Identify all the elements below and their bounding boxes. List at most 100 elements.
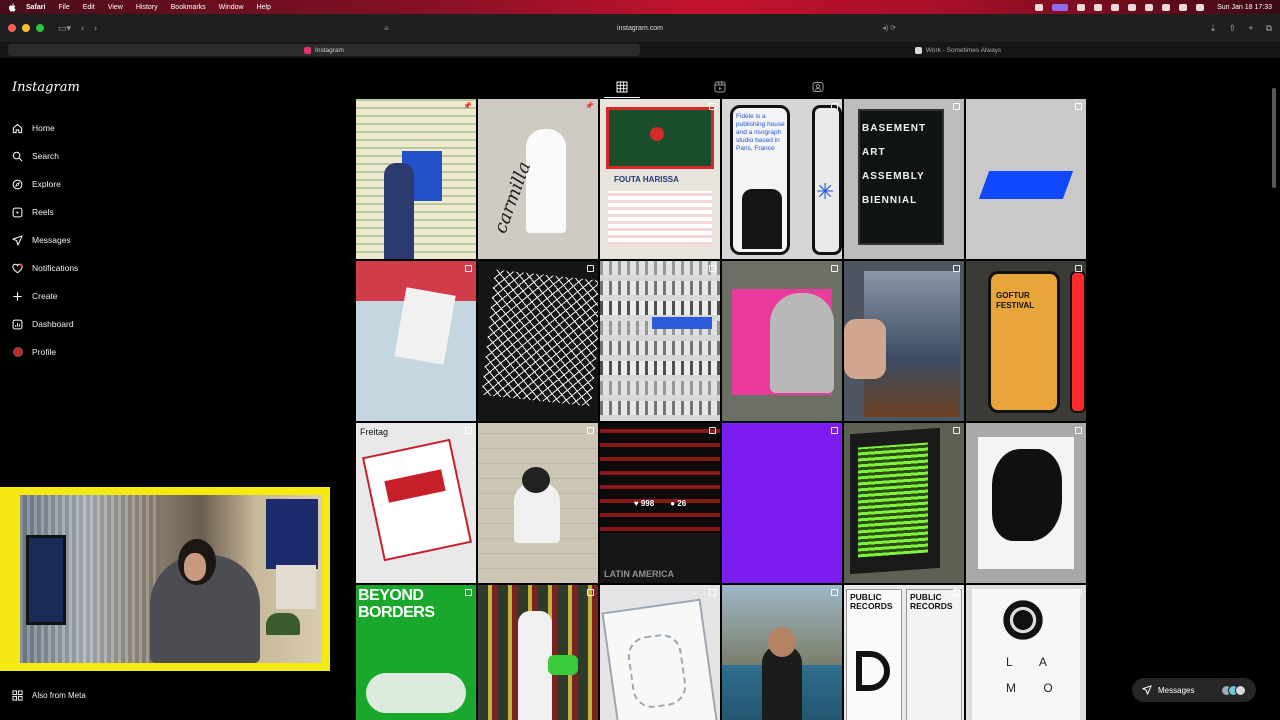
- menu-file[interactable]: File: [58, 4, 69, 11]
- send-icon: [12, 234, 23, 246]
- grid-icon[interactable]: [616, 81, 628, 93]
- sidebar-item-explore[interactable]: Explore: [12, 170, 78, 198]
- search-icon: [12, 151, 23, 162]
- status-icon[interactable]: [1077, 3, 1086, 11]
- sidebar-toggle-icon[interactable]: ▭▾: [58, 23, 71, 34]
- fullscreen-window-button[interactable]: [36, 24, 44, 32]
- sidebar-item-reels[interactable]: Reels: [12, 198, 78, 226]
- post-tile[interactable]: 📌: [356, 99, 476, 259]
- status-icon[interactable]: [1111, 3, 1120, 11]
- page-scrollbar[interactable]: [1272, 88, 1276, 188]
- post-tile[interactable]: [356, 261, 476, 421]
- status-icon[interactable]: [1128, 3, 1137, 11]
- sidebar-item-label: Reels: [32, 207, 54, 217]
- meta-apps-icon: [12, 690, 23, 701]
- instagram-logo[interactable]: Instagram: [12, 80, 80, 95]
- carousel-icon: [587, 589, 594, 596]
- search-icon[interactable]: [1179, 3, 1188, 11]
- menu-app-name[interactable]: Safari: [26, 4, 45, 11]
- post-tile[interactable]: carmilla 📌: [478, 99, 598, 259]
- post-tile[interactable]: BASEMENT ART ASSEMBLY BIENNIAL: [844, 99, 964, 259]
- instagram-favicon-icon: [304, 46, 312, 54]
- wall-poster: [266, 499, 318, 569]
- post-grid: 📌 carmilla 📌 FOUTA HARISSA Fidèle is a publi…: [356, 99, 1086, 720]
- post-image: [742, 189, 782, 249]
- post-tile[interactable]: GOFTUR FESTIVAL: [966, 261, 1086, 421]
- menu-view[interactable]: View: [108, 4, 123, 11]
- sidebar-item-notifications[interactable]: Notifications: [12, 254, 78, 282]
- post-image: ✳: [816, 179, 835, 204]
- post-tile[interactable]: [722, 585, 842, 720]
- page-menu-icon[interactable]: ≡: [384, 24, 389, 33]
- new-tab-icon[interactable]: +: [1248, 23, 1253, 34]
- sidebar-item-search[interactable]: Search: [12, 142, 78, 170]
- menu-bookmarks[interactable]: Bookmarks: [171, 4, 206, 11]
- tab-work-sometimes-always[interactable]: Work - Sometimes Always: [644, 44, 1272, 56]
- post-tile[interactable]: PUBLIC RECORDS PUBLIC RECORDS: [844, 585, 964, 720]
- post-tile[interactable]: LATIN AMERICA ♥ 998 ● 26: [600, 423, 720, 583]
- post-image: [548, 655, 578, 675]
- post-tile[interactable]: Fidèle is a publishing house and a risog…: [722, 99, 842, 259]
- address-bar[interactable]: ≡ instagram.com ◂) ⟳: [380, 20, 900, 36]
- share-icon[interactable]: ⇧: [1229, 23, 1237, 34]
- back-icon[interactable]: ‹: [81, 23, 84, 33]
- post-tile[interactable]: [844, 261, 964, 421]
- sidebar-item-messages[interactable]: Messages: [12, 226, 78, 254]
- post-tile[interactable]: L A M O: [966, 585, 1086, 720]
- post-tile[interactable]: [722, 261, 842, 421]
- carousel-icon: [1075, 427, 1082, 434]
- sidebar-item-label: Dashboard: [32, 319, 74, 329]
- close-window-button[interactable]: [8, 24, 16, 32]
- sidebar-item-label: Profile: [32, 347, 57, 357]
- post-tile[interactable]: FOUTA HARISSA: [600, 99, 720, 259]
- post-tile[interactable]: [600, 261, 720, 421]
- tab-overview-icon[interactable]: ⧉: [1266, 23, 1272, 34]
- menu-history[interactable]: History: [136, 4, 158, 11]
- post-image: [600, 401, 720, 415]
- download-icon[interactable]: ⇣: [1209, 23, 1217, 34]
- post-image: [770, 293, 834, 393]
- wifi-icon[interactable]: [1162, 3, 1171, 11]
- post-tile[interactable]: [966, 99, 1086, 259]
- control-pill-icon[interactable]: [1052, 3, 1069, 11]
- comments-stat: ● 26: [670, 498, 687, 508]
- audio-playing-icon[interactable]: ◂) ⟳: [882, 24, 896, 32]
- post-tile[interactable]: BEYOND BORDERS: [356, 585, 476, 720]
- post-image: [600, 281, 720, 295]
- sidebar-item-dashboard[interactable]: Dashboard: [12, 310, 78, 338]
- post-tile[interactable]: [478, 423, 598, 583]
- tab-instagram[interactable]: Instagram: [8, 44, 640, 56]
- heart-icon: [12, 262, 23, 274]
- minimize-window-button[interactable]: [22, 24, 30, 32]
- messages-floating-button[interactable]: Messages: [1132, 678, 1256, 702]
- post-image: [844, 319, 886, 379]
- menu-help[interactable]: Help: [257, 4, 271, 11]
- menu-window[interactable]: Window: [219, 4, 244, 11]
- status-icon[interactable]: [1094, 3, 1103, 11]
- forward-icon[interactable]: ›: [94, 23, 97, 33]
- post-tile[interactable]: [600, 585, 720, 720]
- carousel-icon: [709, 265, 716, 272]
- post-tile[interactable]: [478, 261, 598, 421]
- post-tile[interactable]: [966, 423, 1086, 583]
- post-tile[interactable]: Freitag: [356, 423, 476, 583]
- post-image: [608, 191, 712, 245]
- apple-icon[interactable]: [8, 2, 16, 12]
- reels-icon[interactable]: [714, 81, 726, 93]
- sidebar-item-home[interactable]: Home: [12, 114, 78, 142]
- menubar-clock[interactable]: Sun Jan 18 17:33: [1217, 4, 1272, 11]
- sidebar-item-also-from-meta[interactable]: Also from Meta: [12, 690, 86, 701]
- post-tile[interactable]: [844, 423, 964, 583]
- compass-icon: [12, 179, 23, 190]
- post-tile[interactable]: [722, 423, 842, 583]
- sidebar-item-profile[interactable]: Profile: [12, 338, 78, 366]
- battery-icon[interactable]: [1145, 3, 1154, 11]
- address-url: instagram.com: [617, 24, 663, 32]
- status-icon[interactable]: [1035, 3, 1044, 11]
- profile-avatar-image: [12, 347, 23, 357]
- post-tile[interactable]: [478, 585, 598, 720]
- control-center-icon[interactable]: [1196, 3, 1205, 11]
- tagged-icon[interactable]: [812, 81, 824, 93]
- sidebar-item-create[interactable]: Create: [12, 282, 78, 310]
- menu-edit[interactable]: Edit: [83, 4, 95, 11]
